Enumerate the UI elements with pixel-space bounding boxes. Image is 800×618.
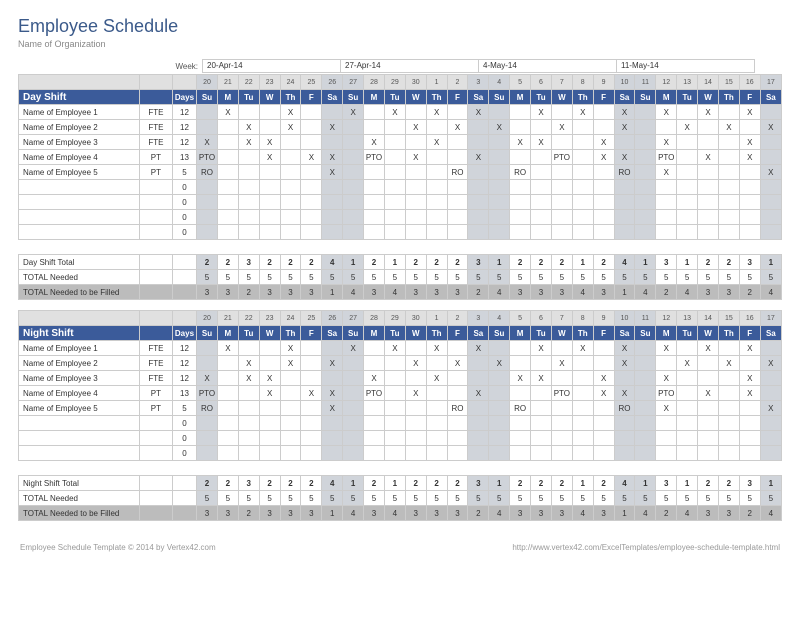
- employee-days: 12: [172, 135, 196, 150]
- employee-row: Name of Employee 2FTE12XXXXXXXXXXX: [19, 356, 782, 371]
- employee-type: FTE: [139, 135, 172, 150]
- employee-days: 12: [172, 356, 196, 371]
- week-label: Week:: [18, 62, 202, 71]
- employee-name: Name of Employee 4: [19, 386, 140, 401]
- employee-days: 12: [172, 105, 196, 120]
- employee-days: 12: [172, 341, 196, 356]
- day-number-row: 2021222324252627282930123456789101112131…: [19, 311, 782, 326]
- total-needed-row: TOTAL Needed5555555555555555555555555555: [19, 491, 782, 506]
- employee-type: PT: [139, 386, 172, 401]
- day-number-row: 2021222324252627282930123456789101112131…: [19, 75, 782, 90]
- employee-row: Name of Employee 3FTE12XXXXXXXXXX: [19, 135, 782, 150]
- empty-row: 0: [19, 431, 782, 446]
- week-date-1: 27-Apr-14: [341, 59, 479, 73]
- days-header: Days: [172, 326, 196, 341]
- employee-row: Name of Employee 4PT13PTOXXXPTOXXPTOXXPT…: [19, 386, 782, 401]
- employee-row: Name of Employee 1FTE12XXXXXXXXXXXX: [19, 341, 782, 356]
- shift-header-row: Night ShiftDaysSuMTuWThFSaSuMTuWThFSaSuM…: [19, 326, 782, 341]
- week-row: Week: 20-Apr-14 27-Apr-14 4-May-14 11-Ma…: [18, 59, 782, 73]
- employee-days: 5: [172, 401, 196, 416]
- empty-row: 0: [19, 416, 782, 431]
- fill-row: TOTAL Needed to be Filled332333143433324…: [19, 285, 782, 300]
- empty-row: 0: [19, 446, 782, 461]
- employee-type: FTE: [139, 356, 172, 371]
- employee-row: Name of Employee 5PT5ROXROROROXX: [19, 401, 782, 416]
- employee-type: PT: [139, 165, 172, 180]
- employee-name: Name of Employee 2: [19, 356, 140, 371]
- week-date-3: 11-May-14: [617, 59, 755, 73]
- employee-type: FTE: [139, 105, 172, 120]
- employee-row: Name of Employee 4PT13PTOXXXPTOXXPTOXXPT…: [19, 150, 782, 165]
- shift-header-row: Day ShiftDaysSuMTuWThFSaSuMTuWThFSaSuMTu…: [19, 90, 782, 105]
- employee-row: Name of Employee 1FTE12XXXXXXXXXXXX: [19, 105, 782, 120]
- empty-row: 0: [19, 195, 782, 210]
- shift-table: 2021222324252627282930123456789101112131…: [18, 74, 782, 300]
- shift-table: 2021222324252627282930123456789101112131…: [18, 310, 782, 521]
- empty-row: 0: [19, 180, 782, 195]
- employee-name: Name of Employee 5: [19, 165, 140, 180]
- shift-name: Night Shift: [19, 326, 140, 341]
- employee-name: Name of Employee 5: [19, 401, 140, 416]
- spacer-row: [19, 461, 782, 476]
- footer-right: http://www.vertex42.com/ExcelTemplates/e…: [512, 543, 780, 552]
- employee-name: Name of Employee 2: [19, 120, 140, 135]
- spacer-row: [19, 240, 782, 255]
- shift-name: Day Shift: [19, 90, 140, 105]
- employee-row: Name of Employee 2FTE12XXXXXXXXXXX: [19, 120, 782, 135]
- week-date-2: 4-May-14: [479, 59, 617, 73]
- organization-name: Name of Organization: [18, 39, 782, 49]
- employee-row: Name of Employee 5PT5ROXROROROXX: [19, 165, 782, 180]
- empty-row: 0: [19, 225, 782, 240]
- empty-row: 0: [19, 210, 782, 225]
- shift-total-row: Day Shift Total2232224121222312221241312…: [19, 255, 782, 270]
- employee-days: 12: [172, 371, 196, 386]
- employee-days: 12: [172, 120, 196, 135]
- employee-type: PT: [139, 401, 172, 416]
- shift-total-row: Night Shift Total22322241212223122212413…: [19, 476, 782, 491]
- employee-type: FTE: [139, 371, 172, 386]
- employee-name: Name of Employee 3: [19, 371, 140, 386]
- total-needed-row: TOTAL Needed5555555555555555555555555555: [19, 270, 782, 285]
- employee-type: PT: [139, 150, 172, 165]
- footer-left: Employee Schedule Template © 2014 by Ver…: [20, 543, 216, 552]
- employee-name: Name of Employee 1: [19, 105, 140, 120]
- footer: Employee Schedule Template © 2014 by Ver…: [18, 543, 782, 552]
- week-date-0[interactable]: 20-Apr-14: [202, 59, 341, 73]
- employee-name: Name of Employee 3: [19, 135, 140, 150]
- employee-type: FTE: [139, 120, 172, 135]
- employee-days: 13: [172, 150, 196, 165]
- employee-days: 13: [172, 386, 196, 401]
- employee-type: FTE: [139, 341, 172, 356]
- page-title: Employee Schedule: [18, 16, 782, 37]
- employee-name: Name of Employee 4: [19, 150, 140, 165]
- employee-days: 5: [172, 165, 196, 180]
- days-header: Days: [172, 90, 196, 105]
- fill-row: TOTAL Needed to be Filled332333143433324…: [19, 506, 782, 521]
- employee-name: Name of Employee 1: [19, 341, 140, 356]
- employee-row: Name of Employee 3FTE12XXXXXXXXXX: [19, 371, 782, 386]
